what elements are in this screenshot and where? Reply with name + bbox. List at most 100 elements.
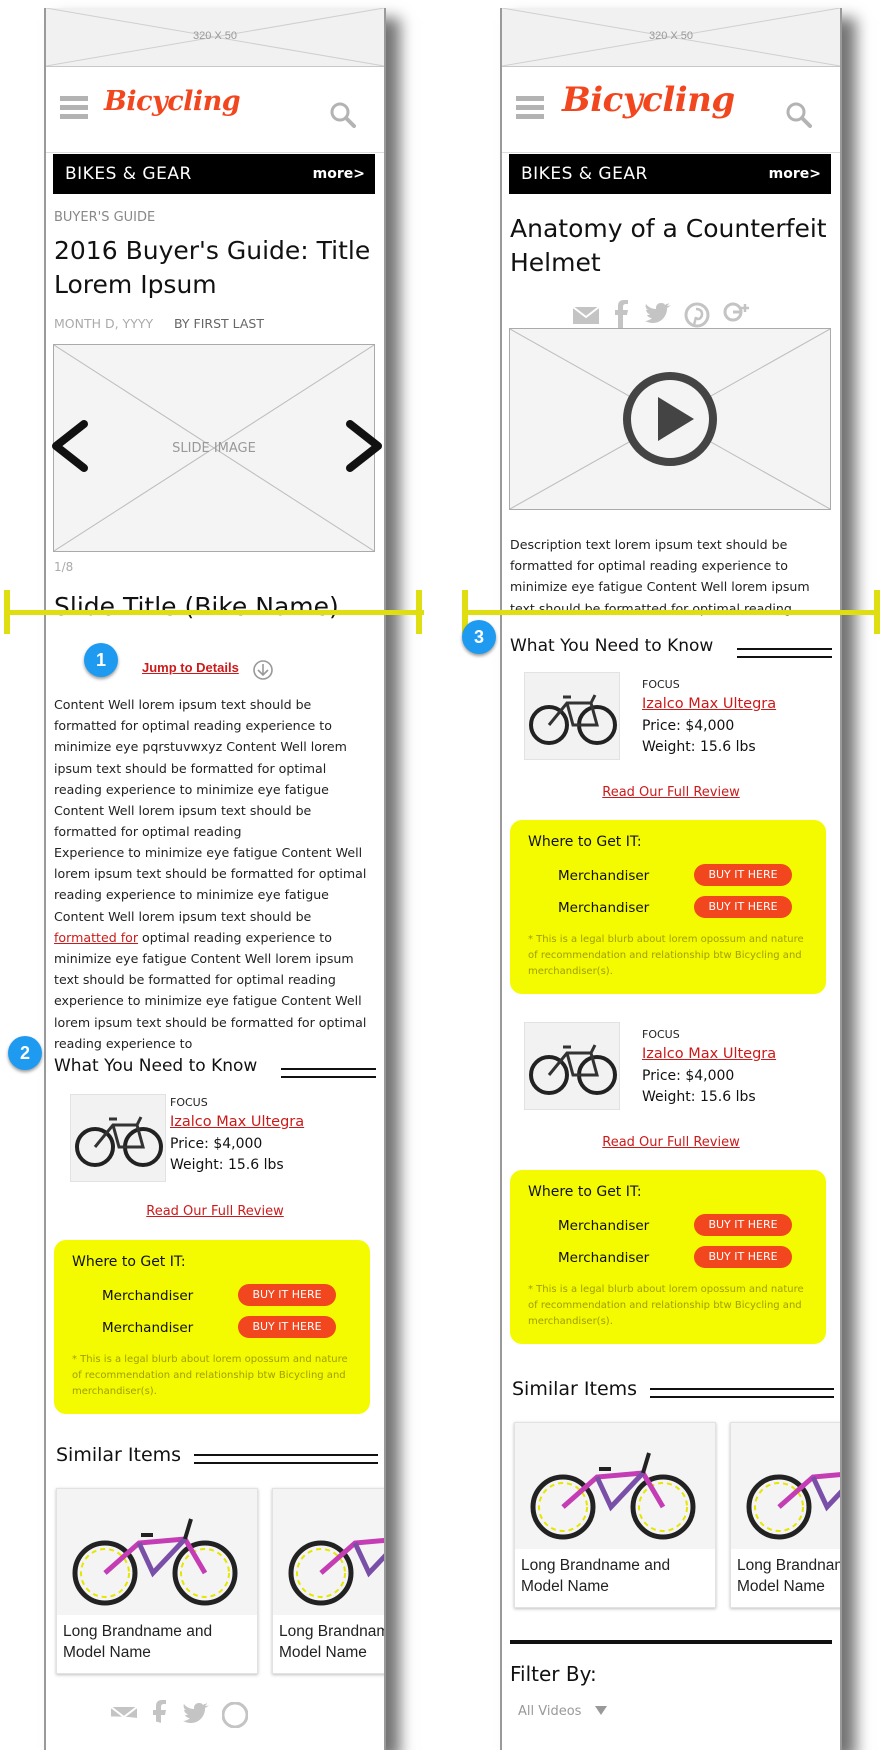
similar-item-card[interactable]: Long Brandname and Model Name xyxy=(730,1422,840,1608)
legal-blurb: * This is a legal blurb about lorem opos… xyxy=(528,934,804,977)
video-description: Description text lorem ipsum text should… xyxy=(510,537,810,616)
similar-item-image xyxy=(731,1423,840,1549)
video-player[interactable] xyxy=(509,328,831,510)
chevron-right-icon[interactable] xyxy=(342,420,386,474)
body-paragraph-2: Experience to minimize eye fatigue Conte… xyxy=(54,842,376,1054)
scroll-fold-marker xyxy=(462,590,880,659)
mail-icon[interactable] xyxy=(572,304,600,326)
site-logo[interactable]: Bicycling xyxy=(562,80,735,120)
inline-link[interactable]: formatted for xyxy=(54,930,138,945)
section-more-link[interactable]: more> xyxy=(313,166,365,182)
merchandiser-name: Merchandiser xyxy=(558,868,650,884)
merchandiser-name: Merchandiser xyxy=(558,1250,650,1266)
site-logo[interactable]: Bicycling xyxy=(104,86,241,117)
jump-to-details-link[interactable]: Jump to Details xyxy=(142,660,239,675)
mountain-bike-image xyxy=(746,1472,840,1540)
similar-item-card[interactable]: Long Brandname and Model Name xyxy=(56,1488,258,1674)
where-to-get-box: Where to Get IT: Merchandiser BUY IT HER… xyxy=(54,1240,370,1414)
product-price: Price: $4,000 xyxy=(642,718,735,734)
chevron-left-icon[interactable] xyxy=(48,420,92,474)
article-byline: BY FIRST LAST xyxy=(174,316,264,331)
what-you-need-title: What You Need to Know xyxy=(54,1056,258,1076)
annotation-badge: 3 xyxy=(462,620,496,654)
product-brand: FOCUS xyxy=(170,1096,208,1109)
read-review-link[interactable]: Read Our Full Review xyxy=(46,1204,384,1219)
section-title[interactable]: BIKES & GEAR xyxy=(65,164,192,184)
slide-counter: 1/8 xyxy=(54,560,74,574)
search-icon[interactable] xyxy=(330,102,356,128)
legal-blurb: * This is a legal blurb about lorem opos… xyxy=(528,1284,804,1327)
product-thumbnail[interactable] xyxy=(524,672,620,760)
section-title[interactable]: BIKES & GEAR xyxy=(521,164,648,184)
ad-size-label: 320 X 50 xyxy=(192,30,238,42)
buy-it-here-button[interactable]: BUY IT HERE xyxy=(238,1284,336,1306)
facebook-icon[interactable] xyxy=(612,300,630,328)
product-brand: FOCUS xyxy=(642,678,680,691)
ad-banner[interactable]: 320 X 50 xyxy=(502,8,840,67)
section-more-link[interactable]: more> xyxy=(769,166,821,182)
marker-end-cap xyxy=(416,590,422,634)
product-name-link[interactable]: Izalco Max Ultegra xyxy=(170,1114,304,1130)
buy-it-here-button[interactable]: BUY IT HERE xyxy=(694,1214,792,1236)
where-to-get-box: Where to Get IT: Merchandiser BUY IT HER… xyxy=(510,1170,826,1344)
product-brand: FOCUS xyxy=(642,1028,680,1041)
similar-item-name: Long Brandname and Model Name xyxy=(279,1623,384,1661)
read-review-link[interactable]: Read Our Full Review xyxy=(502,785,840,800)
marker-end-cap xyxy=(874,590,880,634)
google-plus-icon[interactable] xyxy=(722,300,752,328)
product-name-link[interactable]: Izalco Max Ultegra xyxy=(642,696,776,712)
product-weight: Weight: 15.6 lbs xyxy=(642,739,756,755)
similar-item-name: Long Brandname and Model Name xyxy=(521,1557,671,1595)
buy-it-here-button[interactable]: BUY IT HERE xyxy=(694,1246,792,1268)
similar-item-image xyxy=(57,1489,257,1615)
product-summary: FOCUS Izalco Max Ultegra Price: $4,000 W… xyxy=(502,1022,840,1122)
article-date: MONTH D, YYYY xyxy=(54,316,154,331)
site-header: Bicycling xyxy=(46,66,384,153)
road-bike-image xyxy=(75,1116,163,1167)
twitter-icon[interactable] xyxy=(644,302,672,326)
product-price: Price: $4,000 xyxy=(642,1068,735,1084)
where-to-get-title: Where to Get IT: xyxy=(528,834,642,850)
similar-item-card[interactable]: Long Brandname and Model Name xyxy=(272,1488,384,1674)
read-review-link[interactable]: Read Our Full Review xyxy=(502,1135,840,1150)
buy-it-here-button[interactable]: BUY IT HERE xyxy=(238,1316,336,1338)
arrow-down-circle-icon[interactable] xyxy=(252,659,274,681)
hamburger-menu-icon[interactable] xyxy=(516,96,544,122)
heading-double-rule xyxy=(650,1388,834,1398)
section-divider xyxy=(510,1640,832,1644)
what-you-need-heading: What You Need to Know xyxy=(54,1056,376,1086)
torn-edge xyxy=(46,1713,384,1750)
ad-banner[interactable]: 320 X 50 xyxy=(46,8,384,67)
pinterest-icon[interactable] xyxy=(684,302,710,328)
right-phone-mockup: 320 X 50 Bicycling BIKES & GEAR more> An… xyxy=(500,8,842,1750)
similar-items-title: Similar Items xyxy=(56,1444,182,1466)
similar-item-name: Long Brandname and Model Name xyxy=(63,1623,213,1661)
product-weight: Weight: 15.6 lbs xyxy=(642,1089,756,1105)
filter-by-label: Filter By: xyxy=(510,1662,597,1686)
video-headline: Anatomy of a Counterfeit Helmet xyxy=(510,214,827,277)
legal-blurb: * This is a legal blurb about lorem opos… xyxy=(72,1354,348,1397)
torn-edge xyxy=(502,1715,840,1750)
product-weight: Weight: 15.6 lbs xyxy=(170,1157,284,1173)
product-thumbnail[interactable] xyxy=(524,1022,620,1110)
left-phone-mockup: 320 X 50 Bicycling BIKES & GEAR more> BU… xyxy=(44,8,386,1750)
product-name-link[interactable]: Izalco Max Ultegra xyxy=(642,1046,776,1062)
buy-it-here-button[interactable]: BUY IT HERE xyxy=(694,864,792,886)
merchandiser-name: Merchandiser xyxy=(102,1320,194,1336)
product-price: Price: $4,000 xyxy=(170,1136,263,1152)
merchandiser-name: Merchandiser xyxy=(558,900,650,916)
where-to-get-title: Where to Get IT: xyxy=(528,1184,642,1200)
road-bike-image xyxy=(529,694,617,745)
road-bike-image xyxy=(529,1044,617,1095)
similar-item-card[interactable]: Long Brandname and Model Name xyxy=(514,1422,716,1608)
buy-it-here-button[interactable]: BUY IT HERE xyxy=(694,896,792,918)
article-headline: 2016 Buyer's Guide: Title Lorem Ipsum xyxy=(54,236,371,299)
where-to-get-title: Where to Get IT: xyxy=(72,1254,186,1270)
mountain-bike-image xyxy=(530,1452,696,1540)
product-thumbnail[interactable] xyxy=(70,1094,166,1182)
site-header: Bicycling xyxy=(502,66,840,153)
search-icon[interactable] xyxy=(786,102,812,128)
hamburger-menu-icon[interactable] xyxy=(60,96,88,122)
similar-item-image xyxy=(273,1489,384,1615)
play-button-icon[interactable] xyxy=(622,371,718,467)
